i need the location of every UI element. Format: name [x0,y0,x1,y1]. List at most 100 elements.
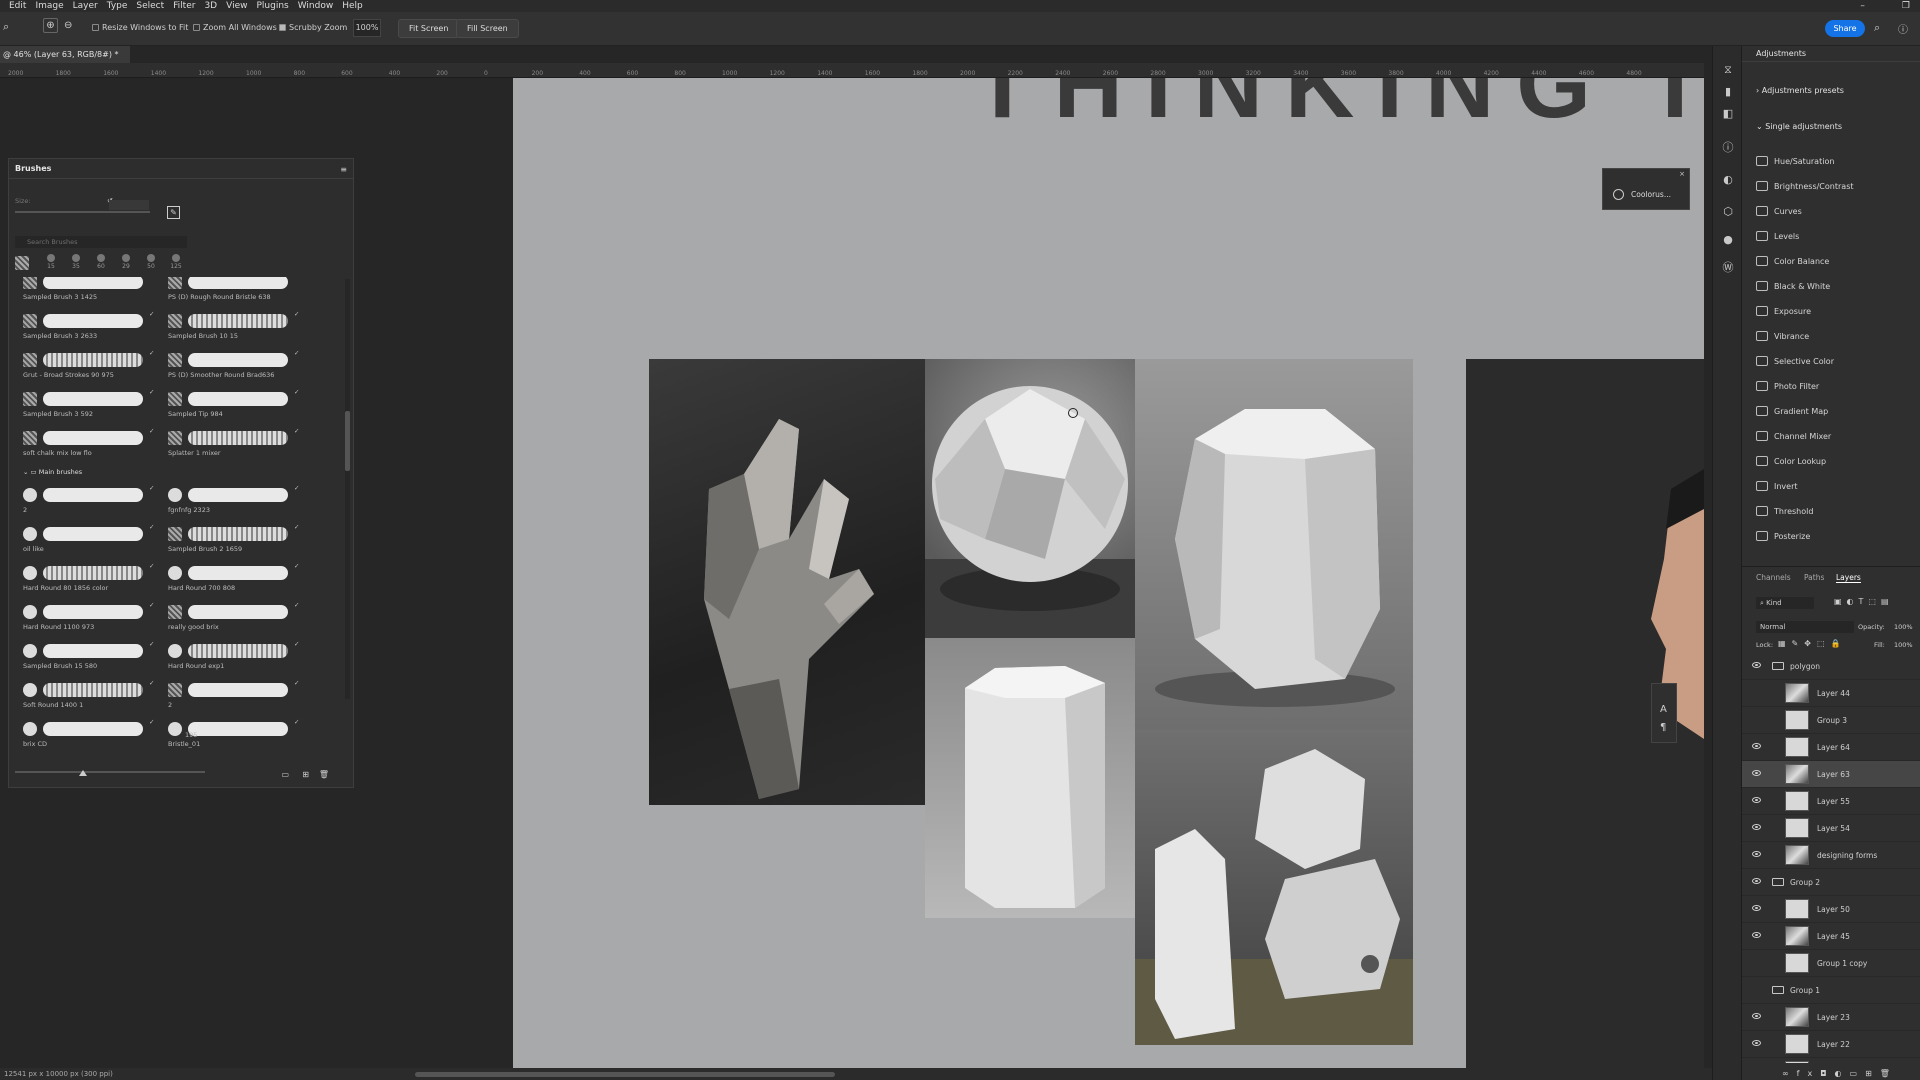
eye-icon[interactable] [1752,851,1761,857]
menu-layer[interactable]: Layer [73,1,98,11]
brush-name[interactable]: Sampled Brush 3 592 [23,410,93,418]
brush-name[interactable]: PS (D) Rough Round Bristle 638 [168,293,271,301]
brush-name[interactable]: soft chalk mix low flo [23,449,92,457]
layer-row[interactable]: Layer 50 [1742,896,1920,923]
horizontal-scrollbar[interactable] [415,1072,835,1077]
fit-screen-button[interactable]: Fit Screen [398,19,460,38]
brush-name[interactable]: 2 [23,506,27,514]
menu-type[interactable]: Type [107,1,128,11]
layer-row[interactable]: Group 1 copy [1742,950,1920,977]
folder-icon[interactable] [1772,878,1784,886]
zoom-tool-icon[interactable]: ⌕ [3,20,9,34]
character-icon[interactable]: A [1660,704,1667,715]
eye-icon[interactable] [1752,797,1761,803]
coolorus-label[interactable]: Coolorus... [1631,190,1671,199]
tab-layers[interactable]: Layers [1836,573,1861,583]
lock-icons[interactable]: ▦✎✥⬚🔒 [1778,639,1846,648]
actions-icon[interactable]: ▮ [1722,86,1734,98]
brush-name[interactable]: fgnfnfg 2323 [168,506,210,514]
menu-filter[interactable]: Filter [173,1,195,11]
search-icon[interactable]: ⌕ [1874,21,1880,35]
layer-name[interactable]: Group 2 [1790,878,1820,887]
size-preset[interactable]: 60 [91,254,111,270]
layer-name[interactable]: Layer 45 [1817,932,1850,941]
scrubby-zoom-checkbox[interactable] [279,24,286,31]
menu-select[interactable]: Select [136,1,164,11]
adjustment-item[interactable]: Levels [1756,231,1799,241]
brush-name[interactable]: brix CD [23,740,47,748]
menu-3d[interactable]: 3D [204,1,217,11]
layer-row[interactable]: Layer 63 [1742,761,1920,788]
layer-row[interactable]: Layer 44 [1742,680,1920,707]
brush-name[interactable]: Hard Round 80 1856 color [23,584,108,592]
layer-name[interactable]: Group 1 [1790,986,1820,995]
eye-icon[interactable] [1752,1013,1761,1019]
adjustment-item[interactable]: Curves [1756,206,1802,216]
adjustment-item[interactable]: Vibrance [1756,331,1809,341]
brush-name[interactable]: Hard Round exp1 [168,662,224,670]
folder-icon[interactable] [1772,986,1784,994]
eye-icon[interactable] [1752,770,1761,776]
adjustment-item[interactable]: Invert [1756,481,1798,491]
brush-group-main[interactable]: ⌄ ▭ Main brushes [23,468,82,476]
tab-channels[interactable]: Channels [1756,573,1791,582]
adjustment-item[interactable]: Gradient Map [1756,406,1828,416]
history-icon[interactable]: ⧖ [1722,64,1734,76]
brush-name[interactable]: Sampled Brush 10 15 [168,332,238,340]
layer-filter-icons[interactable]: ▣◐T⬚▤ [1834,597,1894,606]
layer-name[interactable]: Layer 50 [1817,905,1850,914]
tab-paths[interactable]: Paths [1804,573,1824,582]
brush-name[interactable]: Sampled Brush 3 2633 [23,332,97,340]
eye-icon[interactable] [1752,743,1761,749]
minimize-icon[interactable]: – [1860,1,1865,11]
document-tab[interactable]: @ 46% (Layer 63, RGB/8#) * × [0,46,130,76]
layer-row[interactable]: Group 3 [1742,707,1920,734]
adjustments-tab[interactable]: Adjustments [1742,46,1920,62]
panel-menu-icon[interactable]: ≡ [340,165,347,174]
zoom-out-icon[interactable]: ⊖ [64,20,72,31]
adjustment-item[interactable]: Color Lookup [1756,456,1826,466]
layer-row[interactable]: Group 1 [1742,977,1920,1004]
zoom-in-icon[interactable]: ⊕ [43,18,58,33]
menu-window[interactable]: Window [298,1,334,11]
swatches-icon[interactable]: ◐ [1722,174,1734,186]
eye-icon[interactable] [1752,662,1761,668]
fill-screen-button[interactable]: Fill Screen [456,19,519,38]
eye-icon[interactable] [1752,932,1761,938]
brush-name[interactable]: Sampled Tip 984 [168,410,223,418]
folder-icon[interactable] [1772,662,1784,670]
layer-row[interactable]: designing forms [1742,842,1920,869]
menu-edit[interactable]: Edit [9,1,26,11]
layer-name[interactable]: Layer 55 [1817,797,1850,806]
layer-footer-icons[interactable]: ∞fx◘◐▭⊞🗑 [1782,1069,1898,1078]
brush-name[interactable]: oil like [23,545,44,553]
resize-windows-option[interactable]: Resize Windows to Fit [92,23,188,32]
size-preset[interactable]: 15 [41,254,61,270]
size-preset[interactable]: 29 [116,254,136,270]
layer-row[interactable]: Layer 54 [1742,815,1920,842]
preset-brush-thumb[interactable] [15,256,29,270]
layer-name[interactable]: Layer 22 [1817,1040,1850,1049]
brush-name[interactable]: Hard Round 1100 973 [23,623,94,631]
size-preset[interactable]: 35 [66,254,86,270]
brush-name[interactable]: really good brix [168,623,219,631]
adjustments-presets-section[interactable]: › Adjustments presets [1756,86,1844,95]
brush-name[interactable]: Sampled Brush 2 1659 [168,545,242,553]
layer-name[interactable]: polygon [1790,662,1820,671]
brush-name[interactable]: PS (D) Smoother Round Brad636 [168,371,274,379]
adjustment-item[interactable]: Hue/Saturation [1756,156,1834,166]
opacity-value[interactable]: 100% [1894,623,1913,631]
layer-row[interactable]: Layer 22 [1742,1031,1920,1058]
blend-mode-select[interactable]: Normal [1756,621,1854,633]
layer-row[interactable]: Layer 45 [1742,923,1920,950]
menu-help[interactable]: Help [342,1,363,11]
size-field[interactable] [109,200,149,210]
zoom-all-windows-option[interactable]: Zoom All Windows [193,23,277,32]
layer-name[interactable]: Group 1 copy [1817,959,1867,968]
adjustment-item[interactable]: Brightness/Contrast [1756,181,1854,191]
brush-name[interactable]: Soft Round 1400 1 [23,701,83,709]
search-brushes-field[interactable]: Search Brushes [15,236,187,248]
single-adjustments-section[interactable]: ⌄ Single adjustments [1756,122,1842,131]
brush-name[interactable]: 2 [168,701,172,709]
document-canvas[interactable]: THINKING I [513,78,1704,1068]
